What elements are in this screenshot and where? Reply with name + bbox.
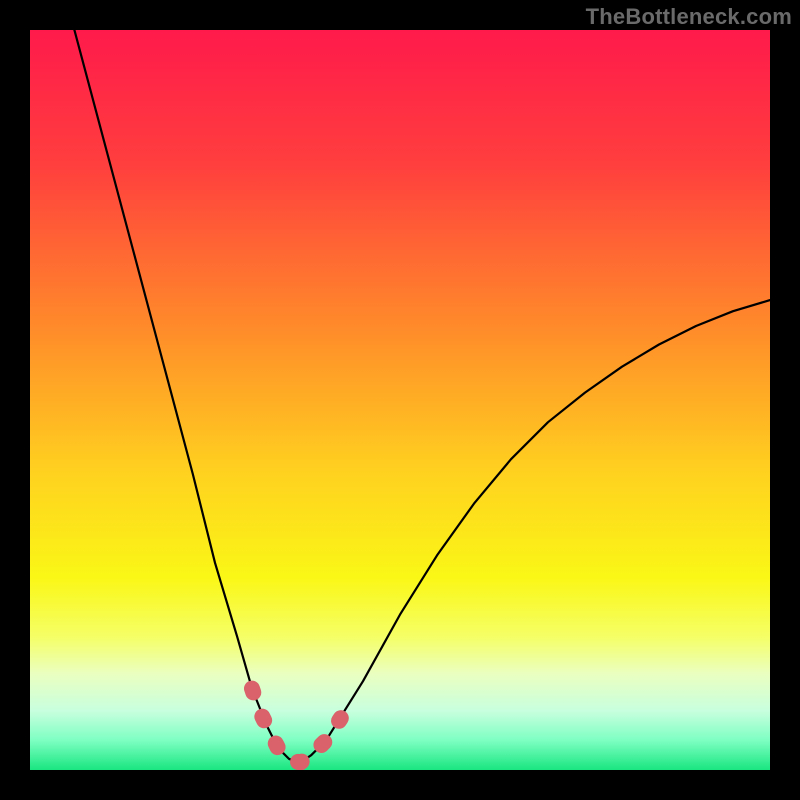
bottleneck-curve (30, 30, 770, 770)
watermark: TheBottleneck.com (586, 4, 792, 30)
chart-frame: TheBottleneck.com (0, 0, 800, 800)
plot-area (30, 30, 770, 770)
